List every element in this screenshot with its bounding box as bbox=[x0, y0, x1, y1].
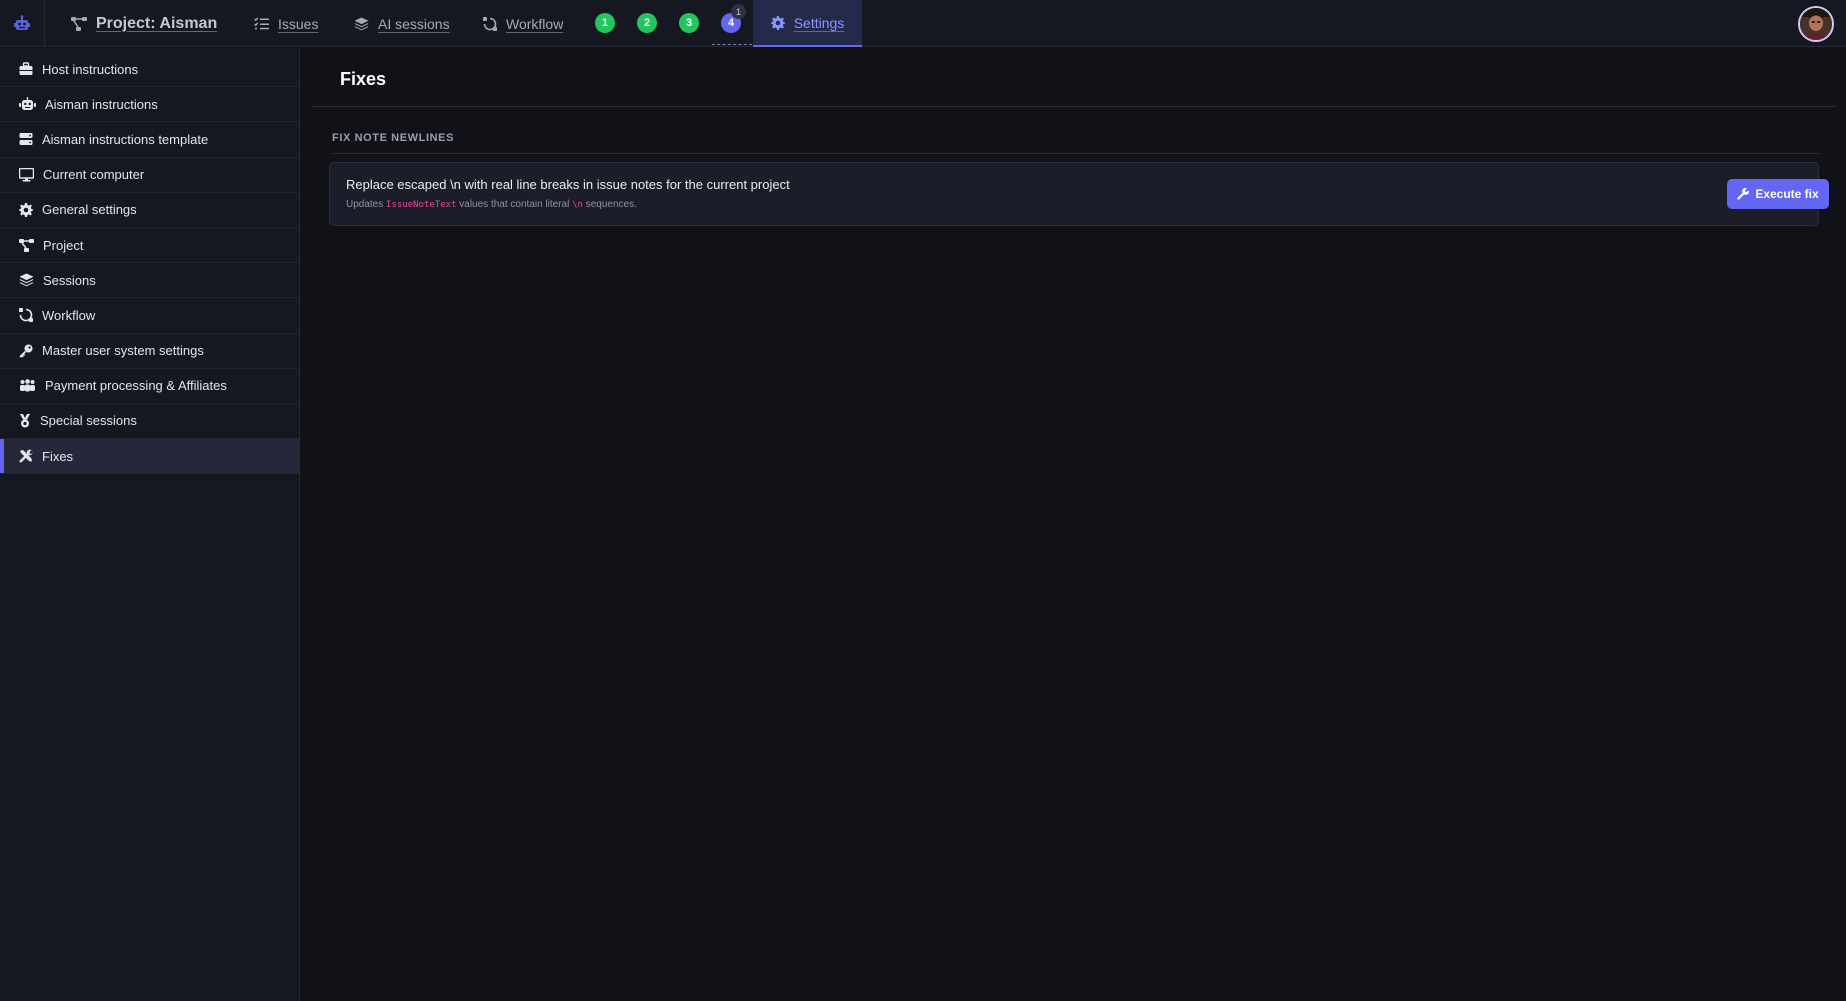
sidebar-item-label: Master user system settings bbox=[42, 343, 204, 359]
fix-desc-prefix: Updates bbox=[346, 199, 387, 210]
sidebar-item-label: Current computer bbox=[43, 167, 145, 183]
nav-workflow-label: Workflow bbox=[506, 15, 564, 32]
desktop-icon bbox=[19, 167, 34, 182]
robot-icon bbox=[19, 97, 36, 111]
execute-fix-button[interactable]: Execute fix bbox=[1727, 179, 1829, 209]
session-badge-2[interactable]: 2 bbox=[637, 13, 657, 33]
sidebar-item-host-instructions[interactable]: Host instructions bbox=[0, 52, 299, 88]
sidebar-item-project[interactable]: Project bbox=[0, 228, 299, 264]
sidebar-item-aisman-instructions-template[interactable]: Aisman instructions template bbox=[0, 122, 299, 158]
sidebar-item-label: Payment processing & Affiliates bbox=[45, 378, 227, 394]
badge-dashed-underline bbox=[712, 44, 752, 45]
project-title: Project: Aisman bbox=[96, 14, 218, 32]
wrench-icon bbox=[1737, 188, 1750, 200]
sidebar-item-master-user-system-settings[interactable]: Master user system settings bbox=[0, 334, 299, 369]
gear-icon bbox=[770, 15, 785, 30]
sidebar-item-label: Fixes bbox=[42, 448, 74, 464]
section-divider bbox=[332, 153, 1819, 154]
nav-settings-label: Settings bbox=[793, 14, 845, 31]
fix-description: Updates IssueNoteText values that contai… bbox=[346, 199, 637, 210]
server-icon bbox=[19, 133, 33, 146]
project-diagram-icon bbox=[71, 16, 87, 31]
sidebar-item-label: Aisman instructions template bbox=[42, 131, 209, 147]
gear-icon bbox=[19, 202, 33, 217]
session-badge-1[interactable]: 1 bbox=[595, 13, 615, 33]
page-title: Fixes bbox=[340, 69, 387, 89]
execute-fix-label: Execute fix bbox=[1755, 187, 1819, 201]
nav-settings[interactable]: Settings bbox=[753, 0, 862, 47]
fix-card: Replace escaped \n with real line breaks… bbox=[329, 162, 1829, 226]
sidebar-item-aisman-instructions[interactable]: Aisman instructions bbox=[0, 87, 299, 123]
sidebar-item-sessions[interactable]: Sessions bbox=[0, 263, 299, 299]
list-check-icon bbox=[254, 17, 269, 30]
key-icon bbox=[19, 344, 33, 358]
fix-desc-suffix: sequences. bbox=[582, 199, 637, 210]
robot-logo-icon bbox=[14, 14, 30, 30]
workflow-icon bbox=[19, 308, 33, 323]
fix-desc-code-field: IssueNoteText bbox=[386, 200, 457, 210]
sidebar-item-payment-processing-affiliates[interactable]: Payment processing & Affiliates bbox=[0, 369, 299, 404]
nav-ai-sessions-label: AI sessions bbox=[378, 15, 450, 32]
user-avatar[interactable] bbox=[1798, 6, 1834, 42]
sidebar-item-label: General settings bbox=[42, 202, 137, 218]
title-divider bbox=[312, 106, 1835, 107]
sidebar-item-current-computer[interactable]: Current computer bbox=[0, 158, 299, 193]
top-navigation-bar: Project: Aisman Issues AI sessions Workf… bbox=[0, 0, 1846, 47]
workflow-icon bbox=[483, 16, 497, 31]
medal-icon bbox=[20, 413, 30, 428]
fix-desc-middle: values that contain literal bbox=[456, 199, 573, 210]
nav-issues-label: Issues bbox=[278, 15, 319, 32]
sidebar-item-label: Workflow bbox=[42, 307, 96, 323]
sidebar-item-general-settings[interactable]: General settings bbox=[0, 193, 299, 228]
sidebar-item-label: Aisman instructions bbox=[45, 96, 158, 112]
session-notification-count: 1 bbox=[731, 4, 746, 19]
sidebar-item-special-sessions[interactable]: Special sessions bbox=[0, 404, 299, 440]
tools-icon bbox=[19, 449, 33, 464]
session-badge-3[interactable]: 3 bbox=[679, 13, 699, 33]
user-photo-icon bbox=[1800, 8, 1832, 40]
layers-icon bbox=[19, 273, 34, 287]
fix-desc-code-escape: \n bbox=[572, 200, 583, 210]
app-logo[interactable] bbox=[0, 0, 45, 47]
nav-issues[interactable]: Issues bbox=[254, 0, 318, 47]
main-content: Fixes FIX NOTE NEWLINES Replace escaped … bbox=[301, 48, 1846, 1001]
layers-icon bbox=[354, 17, 369, 30]
settings-sidebar: Host instructions Aisman instructions Ai… bbox=[0, 48, 300, 1001]
project-menu[interactable]: Project: Aisman bbox=[71, 0, 217, 47]
sidebar-item-label: Host instructions bbox=[42, 61, 139, 77]
sidebar-item-label: Sessions bbox=[43, 272, 96, 288]
fix-title: Replace escaped \n with real line breaks… bbox=[346, 177, 790, 192]
sidebar-item-workflow[interactable]: Workflow bbox=[0, 298, 299, 334]
nav-ai-sessions[interactable]: AI sessions bbox=[354, 0, 450, 47]
sidebar-item-label: Special sessions bbox=[40, 413, 137, 429]
users-icon bbox=[20, 379, 35, 392]
section-heading: FIX NOTE NEWLINES bbox=[332, 132, 455, 144]
sidebar-item-fixes[interactable]: Fixes bbox=[0, 439, 299, 475]
nav-workflow[interactable]: Workflow bbox=[483, 0, 563, 47]
project-diagram-icon bbox=[19, 238, 34, 252]
sidebar-item-label: Project bbox=[43, 237, 84, 253]
briefcase-icon bbox=[19, 62, 33, 76]
